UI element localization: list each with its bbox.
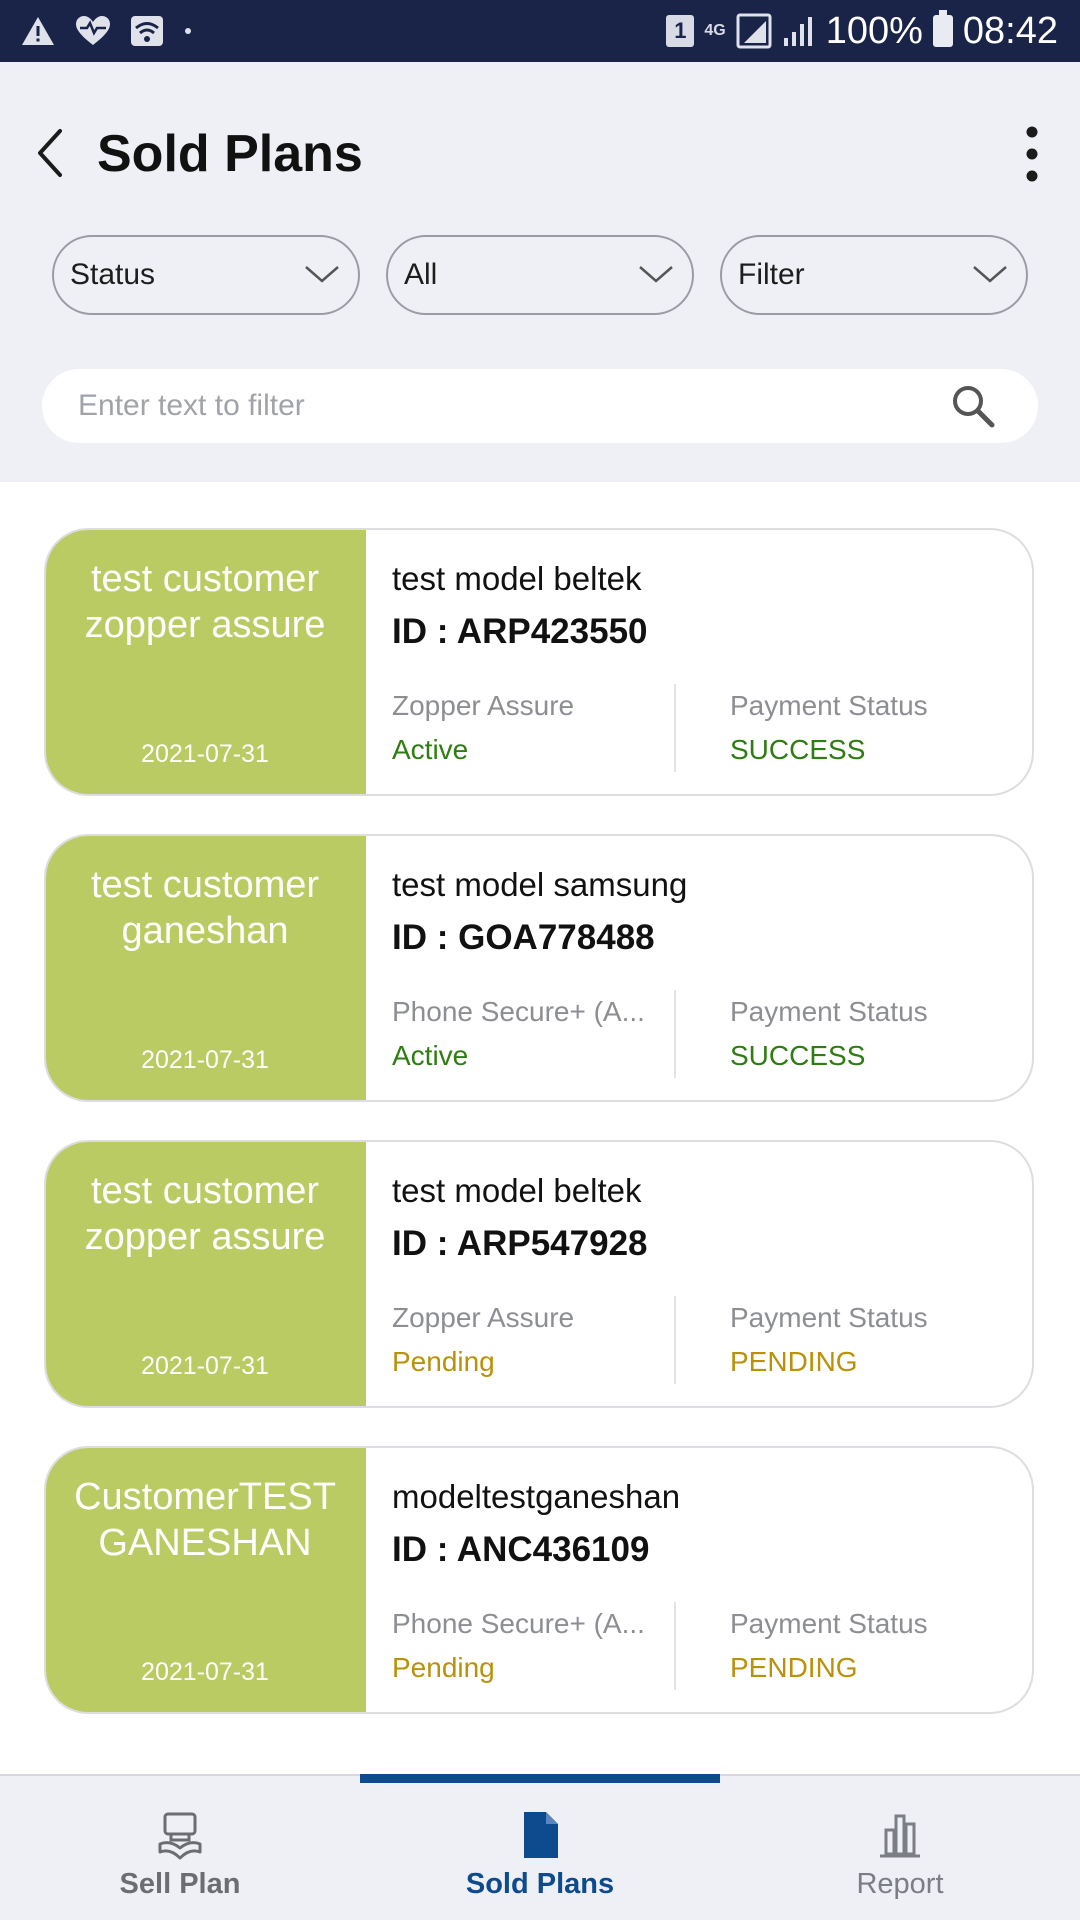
payment-status-label: Payment Status: [730, 1608, 928, 1639]
plan-name: Phone Secure+ (A...: [392, 996, 645, 1027]
nav-report[interactable]: Report: [720, 1776, 1080, 1920]
plan-card[interactable]: CustomerTEST GANESHAN 2021-07-31 modelte…: [44, 1446, 1034, 1714]
app-header: Sold Plans Status All Filter: [0, 62, 1080, 482]
customer-name: test customer ganeshan: [90, 864, 320, 952]
chevron-down-icon: [305, 266, 339, 283]
type-dropdown-value: All: [404, 258, 438, 291]
device-model: test model beltek: [392, 1172, 642, 1209]
plan-id: ID : GOA778488: [392, 918, 655, 957]
wifi-icon: [131, 16, 163, 46]
plan-card[interactable]: test customer zopper assure 2021-07-31 t…: [44, 1140, 1034, 1408]
signal-box-icon: [736, 13, 772, 49]
status-dropdown-value: Status: [70, 258, 156, 291]
plan-status: Active: [392, 1040, 469, 1071]
bottom-navigation: Sell Plan Sold Plans Report: [0, 1774, 1080, 1920]
nav-sold-plans-label: Sold Plans: [465, 1868, 615, 1900]
notification-dot-icon: [185, 28, 191, 34]
plan-date: 2021-07-31: [141, 1046, 269, 1074]
plan-id: ID : ANC436109: [392, 1530, 650, 1569]
sim-slot-icon: 1: [666, 15, 695, 47]
plan-name: Phone Secure+ (A...: [392, 1608, 645, 1639]
nav-sell-plan-label: Sell Plan: [119, 1868, 241, 1900]
sold-plans-list: test customer zopper assure 2021-07-31 t…: [0, 482, 1080, 1774]
payment-status: SUCCESS: [730, 734, 866, 765]
plan-card[interactable]: test customer zopper assure 2021-07-31 t…: [44, 528, 1034, 796]
clock: 08:42: [962, 9, 1058, 52]
back-button[interactable]: [30, 107, 90, 197]
chevron-down-icon: [973, 266, 1007, 283]
plan-status: Pending: [392, 1346, 495, 1377]
search-bar: [42, 369, 1038, 443]
plan-status: Pending: [392, 1652, 495, 1683]
customer-panel: CustomerTEST GANESHAN 2021-07-31: [46, 1448, 366, 1712]
plan-name: Zopper Assure: [392, 1302, 575, 1333]
nav-report-label: Report: [856, 1868, 944, 1900]
card-divider: [674, 990, 676, 1078]
sell-plan-icon: [158, 1812, 202, 1860]
plan-date: 2021-07-31: [141, 1352, 269, 1380]
customer-name: test customer zopper assure: [84, 558, 326, 646]
card-divider: [674, 1296, 676, 1384]
customer-name: test customer zopper assure: [84, 1170, 326, 1258]
chevron-down-icon: [639, 266, 673, 283]
payment-status-label: Payment Status: [730, 690, 928, 721]
nav-sold-plans[interactable]: Sold Plans: [360, 1776, 720, 1920]
search-input[interactable]: [78, 369, 938, 443]
card-divider: [674, 684, 676, 772]
plan-id: ID : ARP547928: [392, 1224, 648, 1263]
status-bar: 1 4G 100% 08:42: [0, 0, 1080, 62]
more-vertical-icon: [1026, 126, 1038, 182]
nav-sell-plan[interactable]: Sell Plan: [0, 1776, 360, 1920]
device-model: test model beltek: [392, 560, 642, 597]
page-title: Sold Plans: [97, 125, 363, 183]
battery-icon: [932, 10, 953, 47]
bar-chart-icon: [880, 1814, 920, 1858]
health-heart-icon: [76, 16, 110, 45]
type-dropdown[interactable]: All: [386, 235, 694, 315]
document-icon: [524, 1812, 558, 1858]
status-dropdown[interactable]: Status: [52, 235, 360, 315]
plan-card[interactable]: test customer ganeshan 2021-07-31 test m…: [44, 834, 1034, 1102]
signal-strength-icon: [783, 17, 812, 46]
customer-panel: test customer zopper assure 2021-07-31: [46, 530, 366, 794]
plan-name: Zopper Assure: [392, 690, 575, 721]
filter-dropdown[interactable]: Filter: [720, 235, 1028, 315]
network-type-label: 4G: [704, 22, 726, 39]
plan-date: 2021-07-31: [141, 1658, 269, 1686]
battery-percent: 100%: [825, 9, 923, 52]
plan-date: 2021-07-31: [141, 740, 269, 768]
payment-status-label: Payment Status: [730, 1302, 928, 1333]
payment-status: SUCCESS: [730, 1040, 866, 1071]
payment-status: PENDING: [730, 1346, 858, 1377]
search-icon[interactable]: [948, 381, 998, 431]
payment-status-label: Payment Status: [730, 996, 928, 1027]
device-model: modeltestganeshan: [392, 1478, 681, 1515]
sold-plans-screen: 1 4G 100% 08:42 Sold Plans Status All Fi…: [0, 0, 1080, 1920]
overflow-menu-button[interactable]: [1002, 110, 1062, 200]
filter-dropdown-value: Filter: [738, 258, 805, 291]
customer-panel: test customer zopper assure 2021-07-31: [46, 1142, 366, 1406]
customer-panel: test customer ganeshan 2021-07-31: [46, 836, 366, 1100]
payment-status: PENDING: [730, 1652, 858, 1683]
customer-name: CustomerTEST GANESHAN: [74, 1476, 336, 1564]
warning-icon: [22, 17, 54, 45]
back-arrow-icon: [38, 129, 62, 177]
plan-status: Active: [392, 734, 469, 765]
device-model: test model samsung: [392, 866, 688, 903]
card-divider: [674, 1602, 676, 1690]
plan-id: ID : ARP423550: [392, 612, 648, 651]
